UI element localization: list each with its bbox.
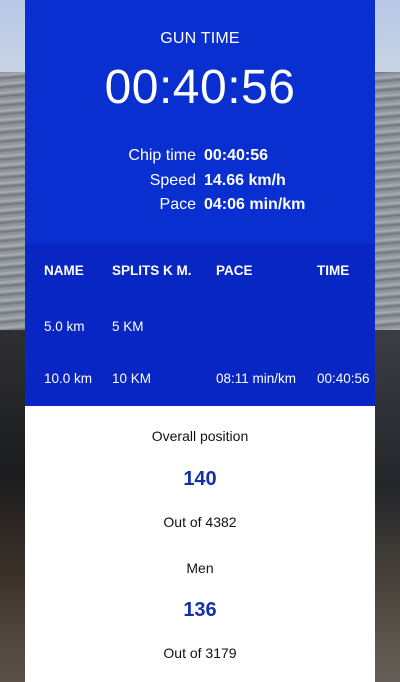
stat-value: 04:06 min/km xyxy=(204,196,306,214)
split-name: 10.0 km xyxy=(44,371,93,386)
header-time: TIME xyxy=(317,263,350,278)
overall-out-of: Out of 4382 xyxy=(163,514,237,530)
stat-chip-time: Chip time 00:40:56 xyxy=(25,144,375,169)
stats-list: Chip time 00:40:56 Speed 14.66 km/h Pace… xyxy=(25,144,375,218)
category-out-of: Out of 3179 xyxy=(163,645,237,661)
table-row: 10.0 km 10 KM 08:11 min/km 00:40:56 xyxy=(25,371,375,391)
split-name: 5.0 km xyxy=(44,319,85,334)
overall-position-label: Overall position xyxy=(151,428,249,444)
category-position-value: 136 xyxy=(183,599,217,621)
stat-value: 14.66 km/h xyxy=(204,171,286,189)
table-row: 5.0 km 5 KM xyxy=(25,319,375,339)
overall-position-value: 140 xyxy=(183,468,217,490)
stat-value: 00:40:56 xyxy=(204,147,269,165)
splits-table: NAME SPLITS K M. PACE TIME 5.0 km 5 KM 1… xyxy=(25,244,375,406)
stat-pace: Pace 04:06 min/km xyxy=(25,193,375,218)
header-pace: PACE xyxy=(216,263,253,278)
stat-speed: Speed 14.66 km/h xyxy=(25,169,375,194)
positions-panel: Overall position 140 Out of 4382 Men 136… xyxy=(25,406,375,682)
header-name: NAME xyxy=(44,263,84,278)
result-card: GUN TIME 00:40:56 Chip time 00:40:56 Spe… xyxy=(25,0,375,682)
gun-time-value: 00:40:56 xyxy=(104,61,296,114)
splits-header-row: NAME SPLITS K M. PACE TIME xyxy=(25,263,375,283)
stat-label: Speed xyxy=(149,171,196,189)
gun-time-label: GUN TIME xyxy=(160,30,240,47)
split-pace: 08:11 min/km xyxy=(216,371,297,386)
category-label: Men xyxy=(186,560,214,576)
gun-time-panel: GUN TIME 00:40:56 Chip time 00:40:56 Spe… xyxy=(25,0,375,244)
stat-label: Chip time xyxy=(128,147,196,165)
split-label: 5 KM xyxy=(112,319,144,334)
split-label: 10 KM xyxy=(112,371,152,386)
split-time: 00:40:56 xyxy=(317,371,370,386)
stat-label: Pace xyxy=(159,196,196,214)
header-splits: SPLITS K M. xyxy=(112,263,192,278)
